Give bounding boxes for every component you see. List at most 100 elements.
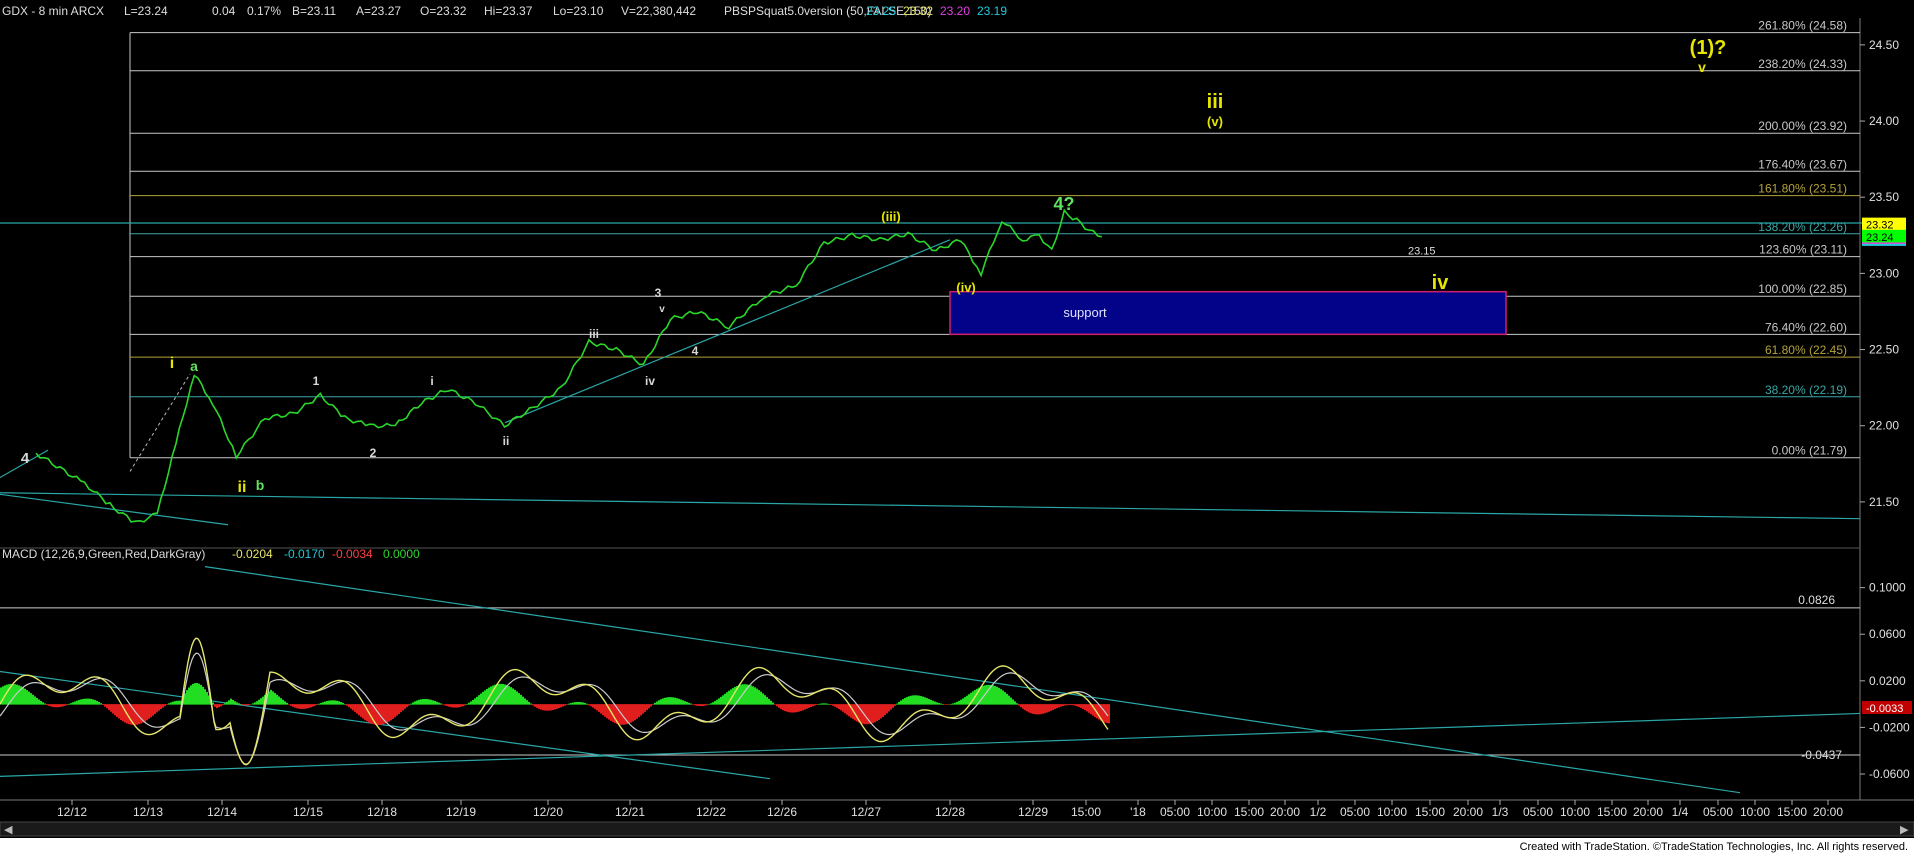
macd-histogram-bar <box>646 704 648 711</box>
macd-histogram-bar <box>218 704 220 708</box>
macd-histogram-bar <box>202 686 204 705</box>
fib-level-label: 76.40% (22.60) <box>1765 320 1847 334</box>
macd-histogram-bar <box>514 689 516 705</box>
macd-histogram-bar <box>156 704 158 713</box>
macd-histogram-bar <box>836 704 838 708</box>
change-value: 0.04 <box>212 4 236 18</box>
macd-histogram-bar <box>590 704 592 707</box>
macd-histogram-bar <box>774 704 776 705</box>
macd-histogram-bar <box>668 697 670 705</box>
macd-histogram-bar <box>1028 704 1030 713</box>
fib-level-label: 261.80% (24.58) <box>1758 19 1847 33</box>
wave-label: v <box>1698 59 1706 75</box>
macd-histogram-bar <box>906 697 908 705</box>
macd-histogram-bar <box>172 701 174 705</box>
macd-histogram-bar <box>362 704 364 719</box>
macd-histogram-bar <box>474 698 476 705</box>
macd-histogram-bar <box>406 704 408 708</box>
macd-histogram-bar <box>798 704 800 712</box>
macd-histogram-bar <box>468 702 470 705</box>
macd-histogram-bar <box>224 703 226 705</box>
macd-histogram-bar <box>924 697 926 705</box>
chart-area: GDX - 8 min ARCX L=23.24 0.04 0.17% B=23… <box>0 0 1914 856</box>
macd-histogram-bar <box>660 699 662 705</box>
macd-histogram-bar <box>166 704 168 705</box>
macd-histogram-bar <box>258 699 260 705</box>
macd-histogram-bar <box>438 702 440 705</box>
macd-histogram-bar <box>1102 704 1104 722</box>
macd-histogram-bar <box>716 699 718 705</box>
macd-histogram-bar <box>778 704 780 708</box>
macd-histogram-bar <box>220 704 222 707</box>
macd-line <box>0 637 1109 766</box>
macd-histogram-bar <box>176 700 178 705</box>
macd-histogram-bar <box>938 702 940 705</box>
fib-level-label: 61.80% (22.45) <box>1765 343 1847 357</box>
macd-histogram-bar <box>764 695 766 705</box>
wave-label: (iii) <box>881 209 901 224</box>
macd-histogram-bar <box>340 701 342 705</box>
macd-histogram-bar <box>36 698 38 705</box>
date-tick-label: 05:00 <box>1160 805 1190 819</box>
macd-histogram-bar <box>24 688 26 705</box>
date-tick-label: 15:00 <box>1777 805 1807 819</box>
macd-histogram-bar <box>664 697 666 705</box>
macd-histogram-bar <box>594 704 596 709</box>
macd-histogram-bar <box>586 703 588 705</box>
trendline <box>0 492 1861 520</box>
macd-histogram-bar <box>58 704 60 708</box>
macd-histogram-bar <box>918 695 920 705</box>
macd-histogram-bar <box>460 704 462 707</box>
macd-histogram-bar <box>554 704 556 710</box>
wave-label: 4 <box>21 450 30 467</box>
macd-histogram-bar <box>18 685 20 705</box>
macd-histogram-bar <box>106 704 108 709</box>
macd-histogram-bar <box>444 704 446 706</box>
fib-level-label: 161.80% (23.51) <box>1758 182 1847 196</box>
price-panel: 261.80% (24.58) 238.20% (24.33) 200.00% (2… <box>0 19 1880 526</box>
macd-histogram-bar <box>866 704 868 725</box>
macd-histogram-bar <box>562 704 564 707</box>
macd-histogram-bar <box>140 704 142 724</box>
ask-value: A=23.27 <box>356 4 401 18</box>
date-tick-label: 05:00 <box>1340 805 1370 819</box>
macd-histogram-bar <box>550 704 552 711</box>
macd-histogram-bar <box>466 703 468 705</box>
macd-histogram-bar <box>108 704 110 710</box>
support-label: support <box>1063 305 1107 320</box>
macd-histogram-bar <box>704 704 706 706</box>
macd-histogram-bar <box>430 699 432 705</box>
macd-histogram-bar <box>40 700 42 705</box>
macd-histogram-bar <box>572 702 574 705</box>
macd-histogram-bar <box>756 688 758 705</box>
macd-histogram-bar <box>96 700 98 705</box>
macd-histogram-bar <box>32 694 34 705</box>
macd-histogram-bar <box>772 702 774 705</box>
macd-histogram-bar <box>42 702 44 705</box>
macd-histogram-bar <box>226 701 228 705</box>
date-tick-label: 12/28 <box>935 805 965 819</box>
macd-histogram-bar <box>144 704 146 722</box>
macd-histogram-bar <box>950 703 952 705</box>
wave-label: 4? <box>1053 194 1074 214</box>
macd-histogram-bar <box>658 700 660 705</box>
macd-histogram-bar <box>228 700 230 705</box>
macd-histogram-bar <box>276 694 278 705</box>
macd-histogram-bar <box>1046 704 1048 713</box>
macd-histogram-bar <box>376 704 378 725</box>
macd-histogram-bar <box>816 704 818 705</box>
macd-histogram-bar <box>722 695 724 705</box>
macd-histogram-bar <box>844 704 846 714</box>
macd-histogram-bar <box>432 700 434 705</box>
macd-histogram-bar <box>286 702 288 705</box>
macd-histogram-bar <box>118 704 120 719</box>
macd-histogram-bar <box>946 704 948 705</box>
macd-histogram-bar <box>818 703 820 705</box>
macd-histogram-bar <box>146 704 148 721</box>
macd-histogram-bar <box>68 703 70 705</box>
macd-histogram-bar <box>412 702 414 705</box>
date-tick-label: 12/26 <box>767 805 797 819</box>
macd-histogram-bar <box>84 698 86 705</box>
macd-histogram-bar <box>1050 704 1052 711</box>
macd-histogram-bar <box>174 701 176 705</box>
